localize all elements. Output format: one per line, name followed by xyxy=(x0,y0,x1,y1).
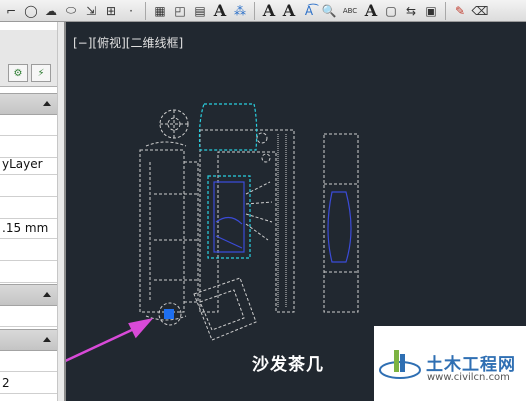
fan-line xyxy=(245,181,271,195)
civil-logo-icon xyxy=(379,350,421,379)
edit-text-icon[interactable]: A͡ xyxy=(300,2,318,20)
property-lineweight-row[interactable]: .15 mm xyxy=(0,217,58,239)
armchair-seat xyxy=(199,289,245,331)
drawing-caption: 沙发茶几 xyxy=(252,355,324,375)
selected-chair[interactable] xyxy=(198,103,258,151)
blue-oval-object[interactable] xyxy=(327,191,352,263)
round-table-inner xyxy=(167,117,181,131)
text-scale-button[interactable]: A xyxy=(362,1,380,20)
annotation-arrow-line xyxy=(66,326,137,363)
collapse-icon[interactable] xyxy=(43,101,51,106)
sofa-cushion xyxy=(184,161,199,303)
property-row[interactable] xyxy=(0,114,58,136)
property-value-row[interactable]: 2 xyxy=(0,372,58,394)
sofa-outline xyxy=(139,149,185,313)
property-row[interactable] xyxy=(0,394,58,401)
add-selected-icon[interactable]: ⁂ xyxy=(231,2,249,20)
property-row[interactable] xyxy=(0,350,58,372)
properties-palette: ⚙ ⚡ yLayer .15 mm 2 xyxy=(0,22,66,401)
table-icon[interactable]: ▤ xyxy=(191,2,209,20)
text-frame-icon[interactable]: ▣ xyxy=(422,2,440,20)
polyline-icon[interactable]: ⌐ xyxy=(2,2,20,20)
revcloud-icon[interactable]: ☁ xyxy=(42,2,60,20)
toolbar-separator xyxy=(445,1,446,20)
property-linetype-row[interactable]: yLayer xyxy=(0,153,58,175)
make-block-icon[interactable]: ⊞ xyxy=(102,2,120,20)
eraser-icon[interactable]: ⌫ xyxy=(471,2,489,20)
grip-point[interactable] xyxy=(164,309,174,319)
fan-line xyxy=(245,223,269,241)
site-watermark: 土木工程网 www.civilcn.com xyxy=(374,326,526,401)
collapse-icon[interactable] xyxy=(43,337,51,342)
property-row[interactable] xyxy=(0,239,58,261)
annotation-arrow-head xyxy=(128,318,154,339)
justify-text-icon[interactable]: ▢ xyxy=(382,2,400,20)
section-general-header[interactable] xyxy=(0,93,58,115)
toolbar-separator xyxy=(254,1,255,20)
insert-block-icon[interactable]: ⇲ xyxy=(82,2,100,20)
section-geometry-header[interactable] xyxy=(0,329,58,351)
select-objects-icon[interactable]: ⚡ xyxy=(31,64,51,82)
find-icon[interactable]: 🔍 xyxy=(320,2,338,20)
sofa-arm xyxy=(145,141,187,147)
coffee-table-detail xyxy=(215,235,243,249)
coffee-table-detail xyxy=(215,216,243,225)
side-cabinet-outline xyxy=(323,133,359,313)
cabinet-knob xyxy=(261,153,271,163)
round-table-outline xyxy=(159,109,189,139)
palette-scrollbar[interactable] xyxy=(57,22,64,401)
collapse-icon[interactable] xyxy=(43,292,51,297)
convert-text-icon[interactable]: ⇆ xyxy=(402,2,420,20)
multiline-text-button[interactable]: A xyxy=(211,1,229,20)
drawing-toolbar: ⌐ ◯ ☁ ⬭ ⇲ ⊞ · ▦ ◰ ▤ A ⁂ A A A͡ 🔍 ABC A ▢… xyxy=(0,0,526,22)
spell-check-label: ABC xyxy=(342,6,358,15)
property-row[interactable] xyxy=(0,197,58,219)
toolbar-separator xyxy=(145,1,146,20)
hatch-icon[interactable]: ▦ xyxy=(151,2,169,20)
fan-line xyxy=(245,201,273,205)
cabinet-knob xyxy=(256,132,268,144)
quick-select-icon[interactable]: ⚙ xyxy=(8,64,28,82)
property-row[interactable] xyxy=(0,305,58,327)
text-style-button[interactable]: A xyxy=(260,1,278,20)
property-row[interactable] xyxy=(0,261,58,283)
spell-check-button[interactable]: ABC xyxy=(340,2,360,20)
circle-icon[interactable]: ◯ xyxy=(22,2,40,20)
region-icon[interactable]: ◰ xyxy=(171,2,189,20)
brush-icon[interactable]: ✎ xyxy=(451,2,469,20)
section-3d-header[interactable] xyxy=(0,284,58,306)
property-row[interactable] xyxy=(0,175,58,197)
ellipse-icon[interactable]: ⬭ xyxy=(62,2,80,20)
watermark-url: www.civilcn.com xyxy=(427,372,510,383)
dtext-button[interactable]: A xyxy=(280,1,298,20)
point-icon[interactable]: · xyxy=(122,2,140,20)
